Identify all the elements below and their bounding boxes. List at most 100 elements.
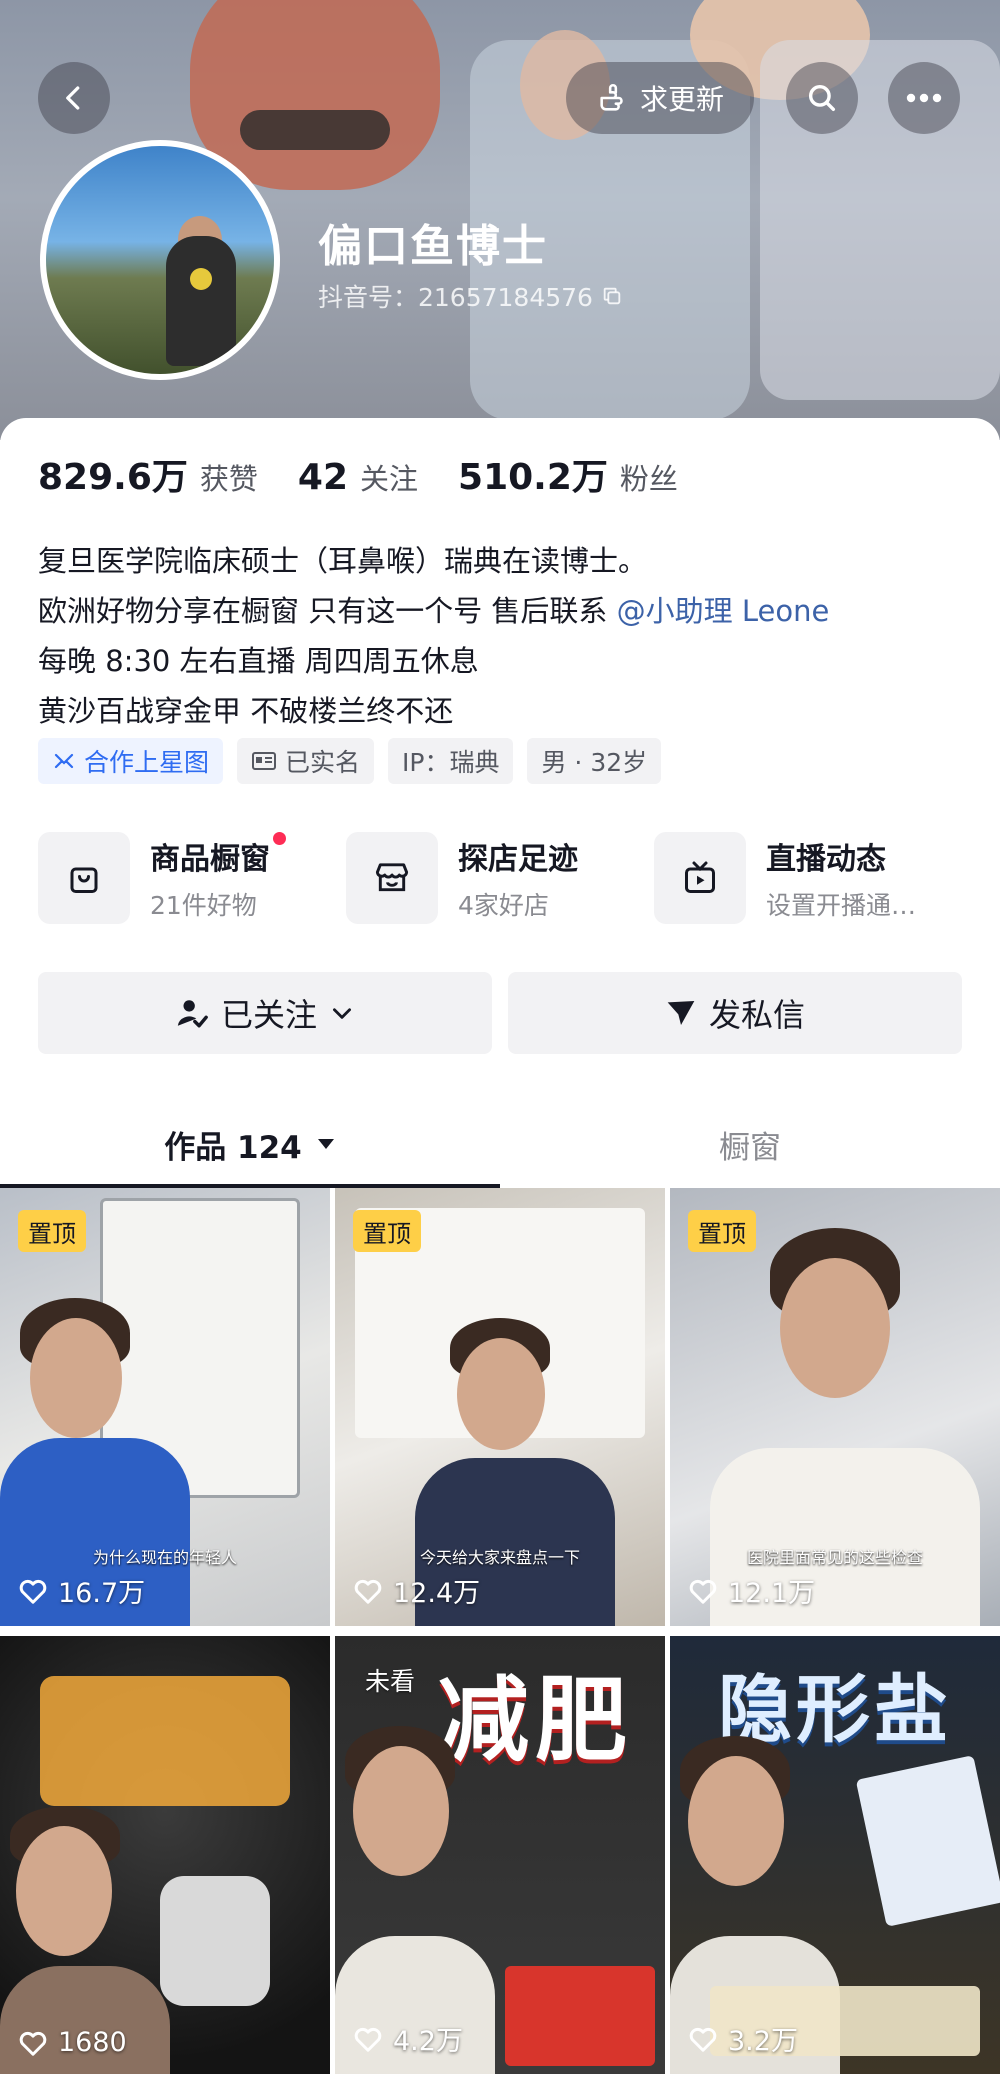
- video-likes-count: 12.4万: [393, 1578, 481, 1609]
- more-button[interactable]: [888, 62, 960, 134]
- live-updates-title: 直播动态: [766, 842, 886, 877]
- search-icon: [808, 84, 836, 112]
- send-icon: [667, 1001, 695, 1025]
- caret-down-icon: [317, 1139, 334, 1149]
- bio-line: 欧洲好物分享在橱窗 只有这一个号 售后联系 @小助理 Leone: [38, 586, 829, 636]
- shopping-bag-icon: [38, 832, 130, 924]
- live-updates-entry[interactable]: 直播动态 设置开播通…: [654, 832, 962, 924]
- video-likes: 4.2万: [353, 2019, 463, 2058]
- request-update-label: 求更新: [639, 83, 724, 116]
- video-subtitle: 医院里面常见的这些检查: [746, 1548, 923, 1567]
- send-message-label: 发私信: [708, 996, 805, 1034]
- gender-age-label: 男 · 32岁: [541, 748, 648, 777]
- chevron-down-icon: [333, 1008, 351, 1019]
- video-likes: 1680: [18, 2027, 127, 2058]
- profile-bio: 复旦医学院临床硕士（耳鼻喉）瑞典在读博士。 欧洲好物分享在橱窗 只有这一个号 售…: [38, 536, 829, 736]
- profile-stats: 829.6万 获赞 42 关注 510.2万 粉丝: [38, 448, 718, 500]
- following-count[interactable]: 42: [298, 457, 348, 498]
- following-button[interactable]: 已关注: [38, 972, 492, 1054]
- video-thumbnail[interactable]: 置顶 为什么现在的年轻人 16.7万: [0, 1188, 330, 1626]
- profile-shortcuts: 商品橱窗 21件好物 探店足迹 4家好店 直播动态 设置开播通…: [38, 832, 962, 924]
- followers-count[interactable]: 510.2万: [458, 448, 608, 500]
- avatar[interactable]: [40, 140, 280, 380]
- send-message-button[interactable]: 发私信: [508, 972, 962, 1054]
- video-likes-count: 16.7万: [58, 1578, 146, 1609]
- ip-location-label: IP：瑞典: [402, 748, 500, 777]
- tv-icon: [654, 832, 746, 924]
- followers-label[interactable]: 粉丝: [620, 456, 678, 498]
- store-visits-entry[interactable]: 探店足迹 4家好店: [346, 832, 654, 924]
- chevron-left-icon: [66, 86, 80, 110]
- video-likes: 3.2万: [688, 2019, 798, 2058]
- following-button-label: 已关注: [220, 996, 317, 1034]
- video-subtitle: 为什么现在的年轻人: [92, 1548, 237, 1567]
- video-thumbnail[interactable]: 减肥 未看 4.2万: [335, 1636, 665, 2074]
- star-map-tag[interactable]: 合作上星图: [38, 738, 224, 784]
- profile-card: 829.6万 获赞 42 关注 510.2万 粉丝 复旦医学院临床硕士（耳鼻喉）…: [0, 418, 1000, 1188]
- notification-dot: [273, 832, 286, 845]
- heart-icon: [689, 2027, 717, 2052]
- heart-icon: [689, 1579, 717, 1604]
- profile-nickname: 偏口鱼博士: [318, 221, 548, 272]
- video-likes-count: 1680: [58, 2027, 127, 2058]
- cover-illustration: [240, 110, 390, 150]
- bio-line: 复旦医学院临床硕士（耳鼻喉）瑞典在读博士。: [38, 544, 648, 578]
- bio-line: 每晚 8:30 左右直播 周四周五休息: [38, 644, 479, 678]
- video-thumbnail[interactable]: 1680: [0, 1636, 330, 2074]
- pinned-badge: 置顶: [18, 1210, 86, 1252]
- video-likes-count: 3.2万: [728, 2026, 798, 2057]
- profile-actions: 已关注 发私信: [38, 972, 962, 1054]
- heart-icon: [19, 1579, 47, 1604]
- id-card-icon: [252, 752, 277, 770]
- search-button[interactable]: [786, 62, 858, 134]
- tab-showcase[interactable]: 橱窗: [500, 1100, 1000, 1188]
- star-map-label: 合作上星图: [84, 748, 210, 777]
- live-updates-subtitle: 设置开播通…: [766, 891, 917, 920]
- video-thumbnail[interactable]: 置顶 医院里面常见的这些检查 12.1万: [670, 1188, 1000, 1626]
- video-likes-count: 4.2万: [393, 2026, 463, 2057]
- more-dots-icon: [906, 93, 942, 103]
- profile-cover: 求更新 偏口鱼博士 抖音号：21657184576: [0, 0, 1000, 440]
- star-map-icon: [54, 753, 74, 769]
- heart-icon: [354, 2027, 382, 2052]
- video-likes: 12.1万: [688, 1571, 815, 1610]
- video-likes: 12.4万: [353, 1571, 480, 1610]
- heart-icon: [354, 1579, 382, 1604]
- product-showcase-entry[interactable]: 商品橱窗 21件好物: [38, 832, 346, 924]
- video-thumbnail[interactable]: 隐形盐 3.2万: [670, 1636, 1000, 2074]
- likes-label: 获赞: [199, 462, 258, 496]
- likes-count: 829.6万: [38, 457, 188, 498]
- user-check-icon: [177, 1000, 208, 1028]
- request-update-button[interactable]: 求更新: [566, 62, 754, 134]
- pinned-badge: 置顶: [688, 1210, 756, 1252]
- video-grid: 置顶 为什么现在的年轻人 16.7万 置顶 今天给大家来盘点一下 12.4万 置…: [0, 1188, 1000, 2079]
- video-subtitle: 今天给大家来盘点一下: [419, 1548, 580, 1567]
- video-likes-count: 12.1万: [728, 1578, 816, 1609]
- unseen-badge: 未看: [365, 1667, 416, 1696]
- pinned-badge: 置顶: [353, 1210, 421, 1252]
- following-label[interactable]: 关注: [360, 456, 418, 498]
- back-button[interactable]: [38, 62, 110, 134]
- pointing-hand-icon: [600, 84, 623, 111]
- gender-age-tag: 男 · 32岁: [527, 738, 662, 784]
- copy-icon[interactable]: [601, 285, 623, 307]
- product-showcase-subtitle: 21件好物: [150, 891, 257, 920]
- tab-works[interactable]: 作品 124: [0, 1100, 500, 1188]
- douyin-id[interactable]: 抖音号：21657184576: [318, 278, 623, 314]
- heart-icon: [19, 2031, 47, 2056]
- verified-name-tag[interactable]: 已实名: [237, 738, 375, 784]
- assistant-mention-link[interactable]: @小助理 Leone: [617, 594, 830, 628]
- profile-tags: 合作上星图 已实名 IP：瑞典 男 · 32岁: [38, 738, 662, 784]
- tab-showcase-label: 橱窗: [719, 1129, 781, 1166]
- bio-line: 黄沙百战穿金甲 不破楼兰终不还: [38, 694, 454, 728]
- store-visits-title: 探店足迹: [458, 842, 578, 877]
- tab-works-label: 作品 124: [164, 1129, 302, 1166]
- ip-location-tag: IP：瑞典: [388, 738, 514, 784]
- content-tabs: 作品 124 橱窗: [0, 1100, 1000, 1188]
- douyin-id-text: 抖音号：21657184576: [318, 283, 593, 312]
- product-showcase-title: 商品橱窗: [150, 842, 270, 877]
- store-visits-subtitle: 4家好店: [458, 891, 549, 920]
- video-likes: 16.7万: [18, 1571, 145, 1610]
- bio-line-text: 欧洲好物分享在橱窗 只有这一个号 售后联系: [38, 594, 608, 628]
- video-thumbnail[interactable]: 置顶 今天给大家来盘点一下 12.4万: [335, 1188, 665, 1626]
